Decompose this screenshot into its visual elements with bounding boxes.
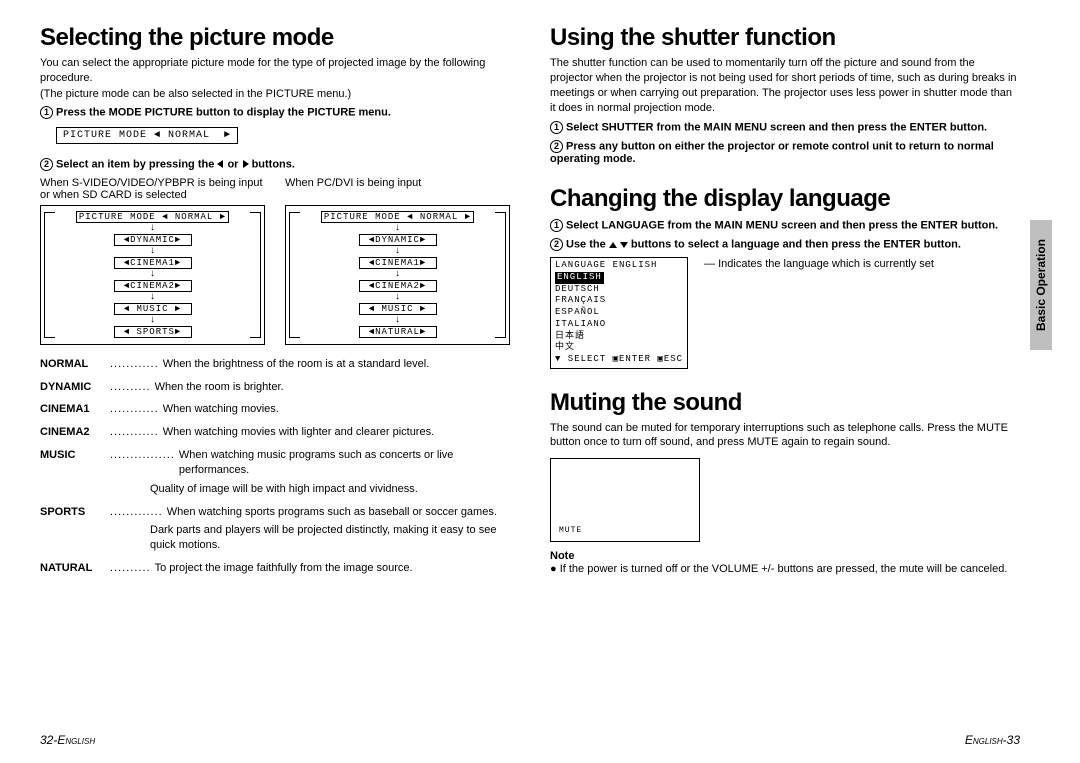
intro-paren: (The picture mode can be also selected i… <box>40 88 510 100</box>
step-1: 1Press the MODE PICTURE button to displa… <box>40 106 510 119</box>
mute-osd: MUTE <box>550 458 700 542</box>
shutter-step-2: 2Press any button on either the projecto… <box>550 140 1020 165</box>
footer-left: 32-English <box>40 733 95 747</box>
heading-language: Changing the display language <box>550 185 1020 213</box>
osd-picture-mode: PICTURE MODE ◄ NORMAL ► <box>56 127 238 144</box>
flow-diagrams: PICTURE MODE ◄ NORMAL ► ↓ ◄DYNAMIC► ↓ ◄C… <box>40 205 510 345</box>
side-tab: Basic Operation <box>1030 220 1052 350</box>
language-menu: LANGUAGE ENGLISH ENGLISH DEUTSCH FRANÇAI… <box>550 257 688 368</box>
language-note: — Indicates the language which is curren… <box>704 257 934 368</box>
shutter-step-1: 1Select SHUTTER from the MAIN MENU scree… <box>550 121 1020 134</box>
lang-step-1: 1Select LANGUAGE from the MAIN MENU scre… <box>550 219 1020 232</box>
flow-video: PICTURE MODE ◄ NORMAL ► ↓ ◄DYNAMIC► ↓ ◄C… <box>40 205 265 345</box>
heading-picture-mode: Selecting the picture mode <box>40 24 510 52</box>
sports-sub: Dark parts and players will be projected… <box>150 523 510 553</box>
step-2: 2Select an item by pressing the or butto… <box>40 158 510 171</box>
definitions: NORMAL............When the brightness of… <box>40 357 510 576</box>
heading-mute: Muting the sound <box>550 389 1020 417</box>
music-sub: Quality of image will be with high impac… <box>150 482 510 497</box>
flow-labels: When S-VIDEO/VIDEO/YPBPR is being input … <box>40 177 510 201</box>
left-page: Selecting the picture mode You can selec… <box>40 24 510 584</box>
note-body: ● If the power is turned off or the VOLU… <box>550 562 1020 577</box>
note-heading: Note <box>550 550 1020 562</box>
footer-right: English-33 <box>965 733 1020 747</box>
page-footer: 32-English English-33 <box>40 733 1020 747</box>
heading-shutter: Using the shutter function <box>550 24 1020 52</box>
right-page: Using the shutter function The shutter f… <box>550 24 1020 584</box>
intro-text: You can select the appropriate picture m… <box>40 56 510 86</box>
flow-pc: PICTURE MODE ◄ NORMAL ► ↓ ◄DYNAMIC► ↓ ◄C… <box>285 205 510 345</box>
shutter-intro: The shutter function can be used to mome… <box>550 56 1020 115</box>
mute-intro: The sound can be muted for temporary int… <box>550 421 1020 451</box>
lang-step-2: 2Use the buttons to select a language an… <box>550 238 1020 251</box>
